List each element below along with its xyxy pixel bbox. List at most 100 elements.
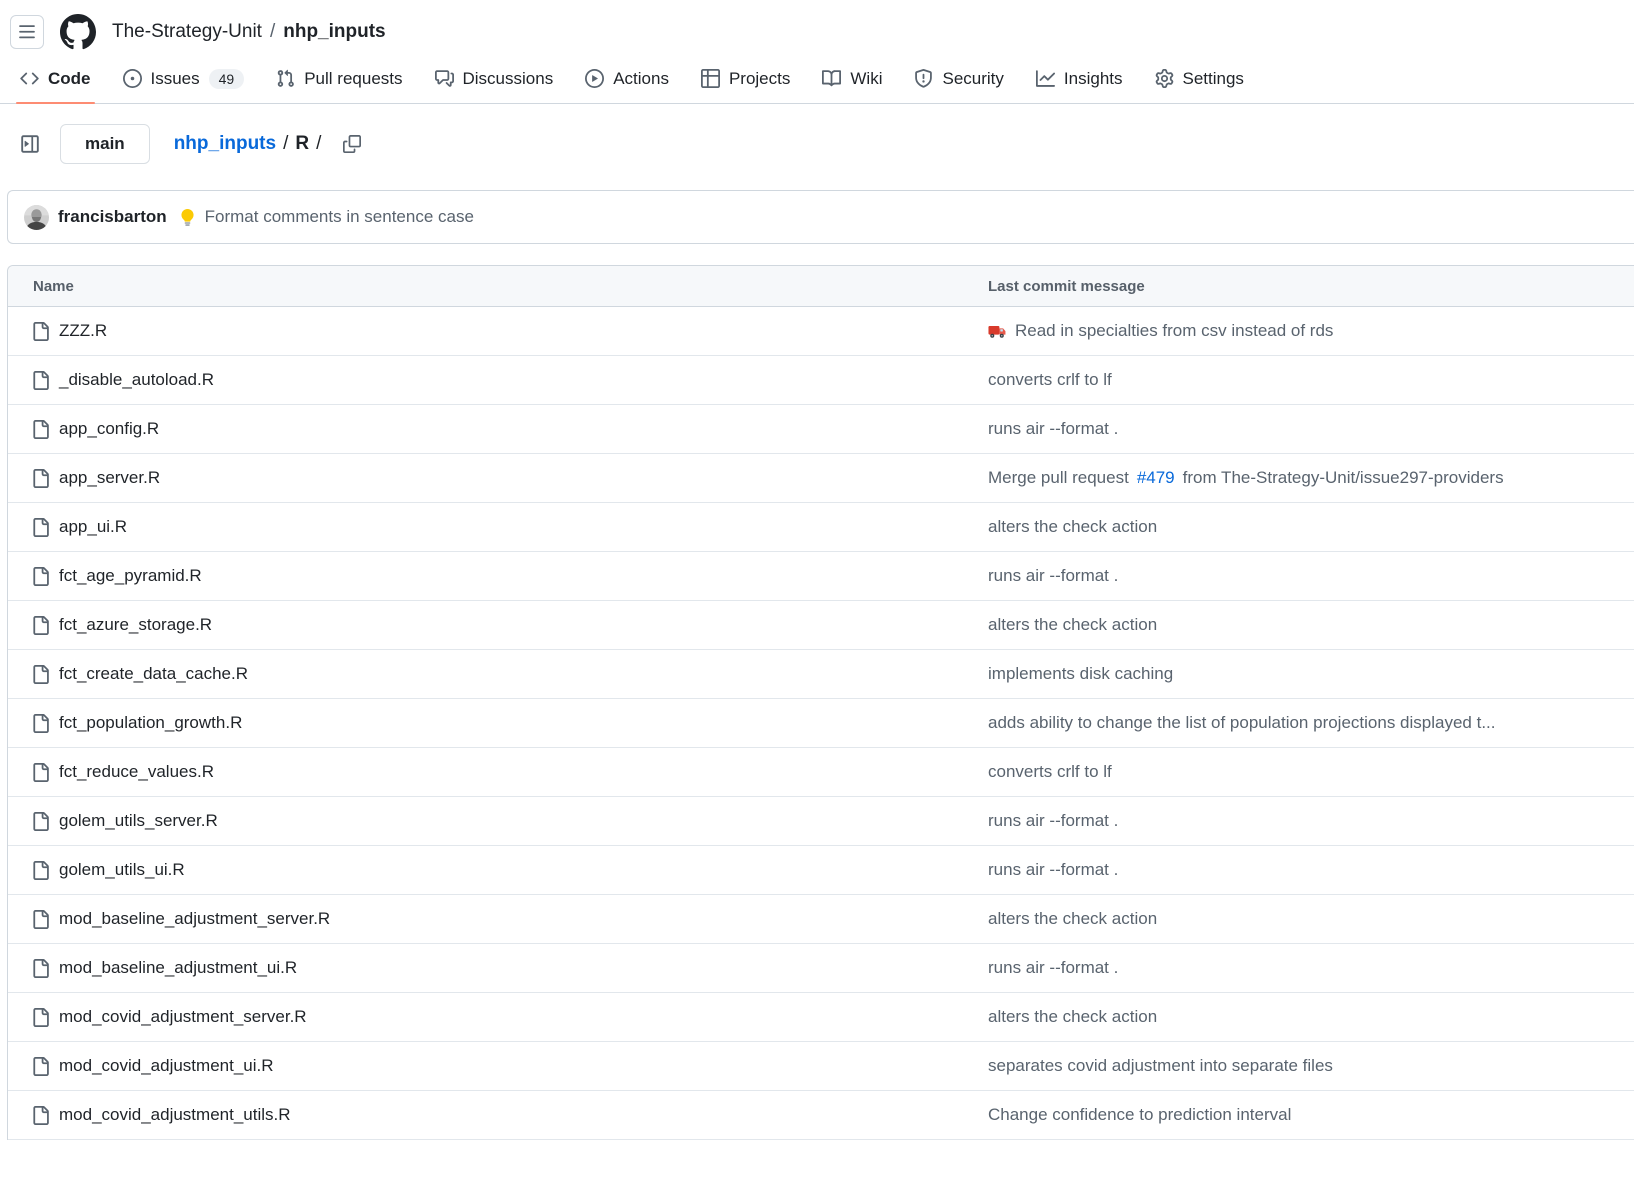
tab-code[interactable]: Code [8,54,103,103]
hamburger-icon [18,23,36,41]
file-name-cell: app_config.R [8,419,974,439]
file-icon [31,322,50,341]
table-row: app_ui.R alters the check action [8,503,1634,552]
file-name-link[interactable]: mod_baseline_adjustment_ui.R [59,958,297,978]
file-name-link[interactable]: _disable_autoload.R [59,370,214,390]
commit-message-cell: separates covid adjustment into separate… [974,1056,1634,1076]
commit-message-link[interactable]: alters the check action [988,615,1157,635]
commit-message-link[interactable]: runs air --format . [988,860,1118,880]
tab-insights[interactable]: Insights [1024,54,1135,103]
sidebar-expand-icon [20,134,40,154]
file-icon [31,812,50,831]
commit-message-link[interactable]: Change confidence to prediction interval [988,1105,1291,1125]
file-name-cell: golem_utils_server.R [8,811,974,831]
commit-author-avatar[interactable] [24,205,49,230]
commit-message-link[interactable]: adds ability to change the list of popul… [988,713,1496,733]
file-name-link[interactable]: app_config.R [59,419,159,439]
git-pull-request-icon [276,69,295,88]
file-name-link[interactable]: app_ui.R [59,517,127,537]
file-name-link[interactable]: ZZZ.R [59,321,107,341]
play-icon [585,69,604,88]
table-row: app_config.R runs air --format . [8,405,1634,454]
table-row: app_server.R Merge pull request #479 fro… [8,454,1634,503]
tab-security[interactable]: Security [902,54,1015,103]
pull-request-link[interactable]: #479 [1137,468,1175,488]
file-name-link[interactable]: golem_utils_server.R [59,811,218,831]
tab-label: Projects [729,69,790,89]
commit-message-cell: runs air --format . [974,419,1634,439]
commit-message-link[interactable]: alters the check action [988,517,1157,537]
commit-message-link[interactable]: alters the check action [988,909,1157,929]
commit-message-link[interactable]: alters the check action [988,1007,1157,1027]
file-name-link[interactable]: fct_age_pyramid.R [59,566,202,586]
table-row: fct_population_growth.R adds ability to … [8,699,1634,748]
commit-message-link[interactable]: separates covid adjustment into separate… [988,1056,1333,1076]
commit-message-cell: Change confidence to prediction interval [974,1105,1634,1125]
table-row: mod_baseline_adjustment_server.R alters … [8,895,1634,944]
tab-issues[interactable]: Issues 49 [111,54,257,103]
commit-message-link[interactable]: runs air --format . [988,958,1118,978]
branch-selector-button[interactable]: main [60,124,150,164]
tab-label: Discussions [463,69,554,89]
tab-label: Code [48,69,91,89]
file-name-link[interactable]: fct_azure_storage.R [59,615,212,635]
file-icon [31,861,50,880]
tab-actions[interactable]: Actions [573,54,681,103]
commit-message-link[interactable]: implements disk caching [988,664,1173,684]
file-icon [31,665,50,684]
commit-message-link[interactable]: runs air --format . [988,811,1118,831]
file-name-link[interactable]: golem_utils_ui.R [59,860,185,880]
column-header-last-commit-message: Last commit message [974,278,1634,295]
file-name-link[interactable]: mod_covid_adjustment_ui.R [59,1056,274,1076]
tab-label: Security [942,69,1003,89]
commit-message-link[interactable]: from The-Strategy-Unit/issue297-provider… [1183,468,1504,488]
column-header-name: Name [8,278,974,295]
copy-icon [343,135,361,153]
file-name-link[interactable]: mod_covid_adjustment_utils.R [59,1105,291,1125]
tab-settings[interactable]: Settings [1143,54,1256,103]
app-header: The-Strategy-Unit / nhp_inputs [0,0,1634,54]
file-name-link[interactable]: mod_baseline_adjustment_server.R [59,909,330,929]
expand-side-panel-button[interactable] [12,126,48,162]
breadcrumb-repo-link[interactable]: nhp_inputs [283,21,385,43]
tab-label: Settings [1183,69,1244,89]
tab-projects[interactable]: Projects [689,54,802,103]
commit-message-link[interactable]: Read in specialties from csv instead of … [1015,321,1333,341]
file-name-link[interactable]: mod_covid_adjustment_server.R [59,1007,307,1027]
commit-message-cell: runs air --format . [974,958,1634,978]
file-name-cell: fct_reduce_values.R [8,762,974,782]
copy-path-button[interactable] [339,131,365,157]
commit-message-link[interactable]: runs air --format . [988,419,1118,439]
latest-commit-message-link[interactable]: Format comments in sentence case [205,207,474,227]
tab-discussions[interactable]: Discussions [423,54,566,103]
file-name-link[interactable]: fct_reduce_values.R [59,762,214,782]
repo-tab-bar: Code Issues 49 Pull requests Discussions… [0,54,1634,104]
path-separator: / [316,133,321,155]
file-icon [31,518,50,537]
tab-label: Actions [613,69,669,89]
latest-commit-bar: francisbarton Format comments in sentenc… [7,190,1634,244]
commit-message-link[interactable]: runs air --format . [988,566,1118,586]
table-row: _disable_autoload.R converts crlf to lf [8,356,1634,405]
gear-icon [1155,69,1174,88]
file-icon [31,763,50,782]
tab-pull-requests[interactable]: Pull requests [264,54,414,103]
tab-wiki[interactable]: Wiki [810,54,894,103]
file-name-link[interactable]: app_server.R [59,468,160,488]
file-icon [31,1008,50,1027]
file-name-link[interactable]: fct_create_data_cache.R [59,664,248,684]
file-name-link[interactable]: fct_population_growth.R [59,713,242,733]
github-logo[interactable] [60,14,96,50]
commit-message-link[interactable]: Merge pull request [988,468,1129,488]
breadcrumb-org-link[interactable]: The-Strategy-Unit [112,21,262,43]
path-repo-link[interactable]: nhp_inputs [174,133,276,155]
commit-message-cell: alters the check action [974,1007,1634,1027]
hamburger-menu-button[interactable] [10,15,44,49]
commit-message-link[interactable]: converts crlf to lf [988,762,1112,782]
commit-author-link[interactable]: francisbarton [58,207,167,227]
commit-message-link[interactable]: converts crlf to lf [988,370,1112,390]
file-name-cell: fct_age_pyramid.R [8,566,974,586]
tab-label: Pull requests [304,69,402,89]
file-table-header: Name Last commit message [8,266,1634,307]
file-icon [31,420,50,439]
